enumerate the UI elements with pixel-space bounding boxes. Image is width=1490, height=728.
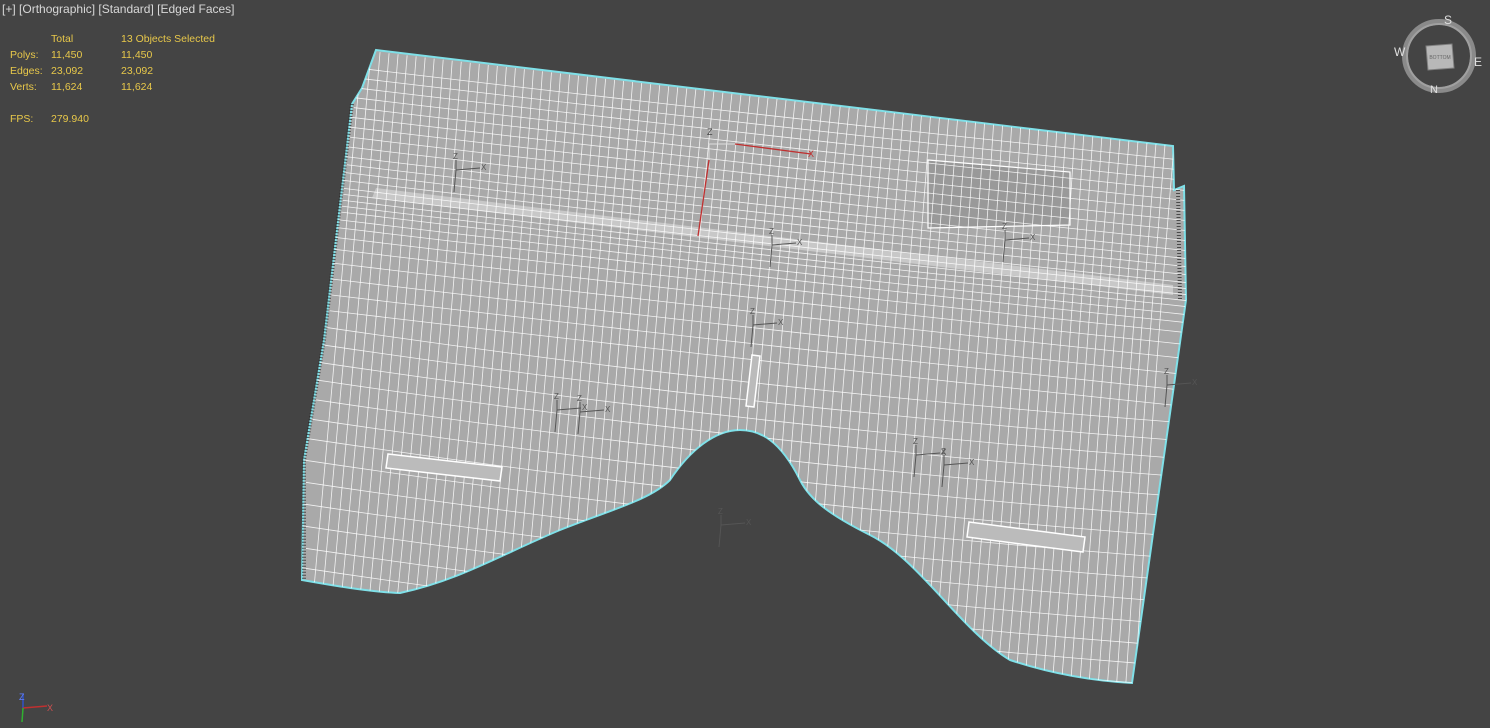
svg-text:Z: Z bbox=[554, 392, 559, 401]
stats-label: Polys: bbox=[10, 49, 39, 61]
fps-label: FPS: bbox=[10, 113, 34, 125]
svg-text:X: X bbox=[1192, 378, 1198, 387]
compass-e-label: E bbox=[1474, 55, 1482, 69]
svg-text:X: X bbox=[605, 405, 611, 414]
stats-selected: 11,450 bbox=[121, 49, 153, 61]
compass-n-label: N bbox=[1430, 84, 1438, 96]
viewport[interactable]: ZXZXZXZXZXZXZXZXZXZX Z X Z X BOTTOM S W … bbox=[0, 0, 1490, 728]
svg-text:X: X bbox=[797, 238, 803, 247]
viewcube-face-label: BOTTOM bbox=[1429, 55, 1450, 61]
svg-text:Z: Z bbox=[577, 394, 582, 403]
pivot-gizmo: ZX bbox=[718, 507, 752, 548]
svg-text:Z: Z bbox=[1164, 367, 1169, 376]
svg-text:X: X bbox=[969, 458, 975, 467]
stats-total: 11,450 bbox=[51, 49, 83, 61]
svg-text:Z: Z bbox=[941, 447, 946, 456]
stats-total: 23,092 bbox=[51, 65, 84, 77]
svg-text:X: X bbox=[746, 518, 752, 527]
mesh-recess-panel bbox=[927, 159, 1071, 229]
viewport-label[interactable]: [+] [Orthographic] [Standard] [Edged Fac… bbox=[2, 2, 235, 16]
stats-selected: 23,092 bbox=[121, 65, 154, 77]
svg-text:Z: Z bbox=[1002, 222, 1007, 231]
stats-total: 11,624 bbox=[51, 81, 83, 93]
svg-text:Z: Z bbox=[769, 227, 774, 236]
svg-text:Z: Z bbox=[453, 152, 458, 161]
stats-label: Verts: bbox=[10, 81, 37, 93]
svg-text:Z: Z bbox=[913, 437, 918, 446]
fps-value: 279.940 bbox=[51, 113, 89, 125]
svg-text:X: X bbox=[778, 318, 784, 327]
stats-header-selected: 13 Objects Selected bbox=[121, 33, 215, 45]
world-axis-tripod bbox=[21, 694, 48, 723]
svg-text:X: X bbox=[582, 403, 588, 412]
svg-text:X: X bbox=[1030, 233, 1036, 242]
stats-selected: 11,624 bbox=[121, 81, 153, 93]
compass-w-label: W bbox=[1394, 45, 1406, 59]
viewport-shading-mode[interactable]: [Edged Faces] bbox=[157, 2, 234, 16]
svg-text:Z: Z bbox=[750, 307, 755, 316]
stats-label: Edges: bbox=[10, 65, 43, 77]
compass-s-label: S bbox=[1444, 13, 1452, 27]
svg-text:X: X bbox=[481, 163, 487, 172]
viewport-shading-preset[interactable]: [Standard] bbox=[98, 2, 153, 16]
viewport-menu-plus[interactable]: [+] bbox=[2, 2, 16, 16]
viewport-view-mode[interactable]: [Orthographic] bbox=[19, 2, 95, 16]
svg-text:Z: Z bbox=[718, 507, 723, 516]
mesh-canvas[interactable]: ZXZXZXZXZXZXZXZXZXZX bbox=[0, 0, 1490, 728]
stats-header-total: Total bbox=[51, 33, 74, 45]
